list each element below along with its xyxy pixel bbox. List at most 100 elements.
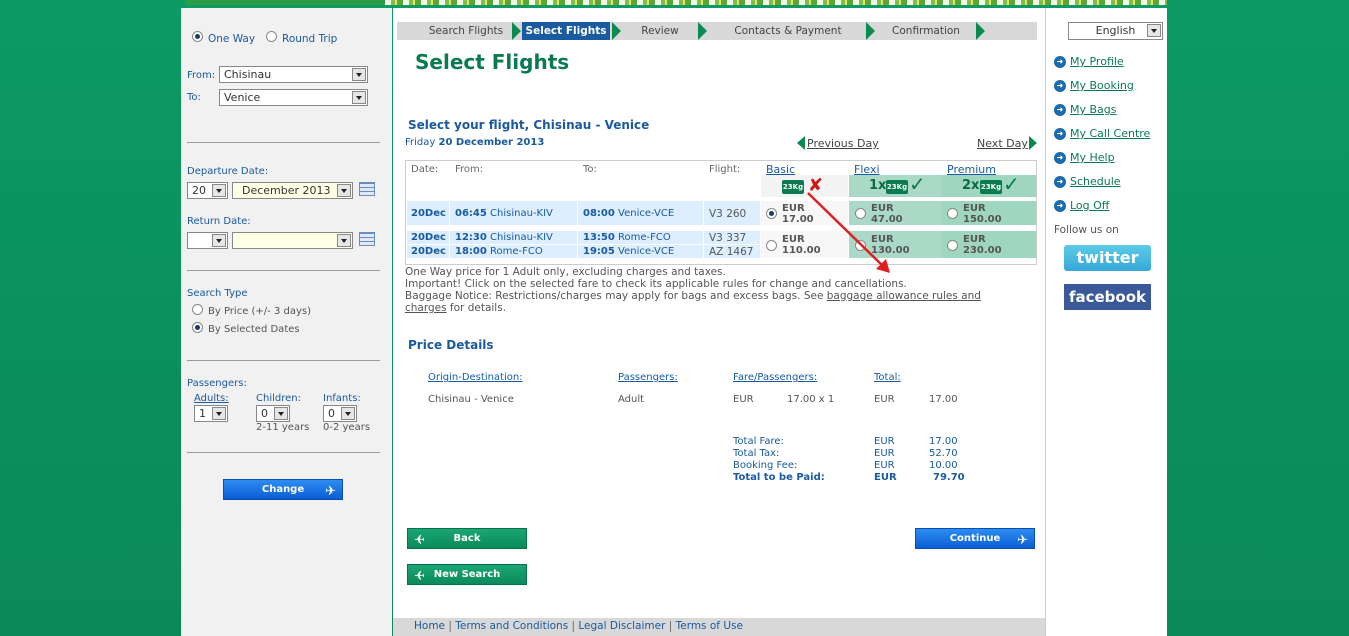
one-way-radio[interactable] (192, 31, 203, 42)
chevron-down-icon (212, 407, 226, 420)
col-origin-destination: Origin-Destination: (428, 372, 523, 383)
footer-home-link[interactable]: Home (414, 620, 445, 632)
to-select[interactable]: Venice (219, 89, 368, 106)
infants-value: 0 (328, 407, 335, 420)
note-line3: Baggage Notice: Restrictions/charges may… (405, 290, 1025, 302)
new-search-button[interactable]: ✈ New Search (407, 564, 527, 585)
dep-day-select[interactable]: 20 (187, 182, 228, 199)
price-fare: 17.00 x 1 (787, 394, 835, 405)
cell-sep (577, 231, 578, 258)
col-flight: Flight: (709, 164, 741, 175)
to-value: Venice (224, 91, 261, 104)
children-select[interactable]: 0 (256, 405, 290, 422)
row2-flight: V3 337 (709, 232, 747, 244)
my-bags-link[interactable]: My Bags (1070, 103, 1117, 116)
note-line1: One Way price for 1 Adult only, excludin… (405, 266, 726, 278)
flight-date: Friday 20 December 2013 (405, 137, 544, 148)
baggage-icon: 23Kg (980, 180, 1002, 194)
by-dates-label: By Selected Dates (208, 324, 300, 335)
row2-to: 13:50 Rome-FCO (583, 232, 671, 243)
language-select[interactable]: English (1068, 22, 1163, 40)
facebook-button[interactable]: facebook (1064, 284, 1151, 310)
price-fare-cur: EUR (733, 394, 754, 405)
my-profile-link[interactable]: My Profile (1070, 55, 1124, 68)
ret-month-select[interactable] (232, 232, 353, 249)
search-panel: One Way Round Trip From: Chisinau To: Ve… (181, 8, 392, 636)
arrow-left-icon (797, 136, 805, 150)
step-arrow-icon (698, 22, 707, 40)
row2-premium-cur: EUR (963, 234, 986, 245)
plane-icon: ✈ (414, 569, 425, 584)
col-from: From: (455, 164, 484, 175)
continue-button[interactable]: Continue ✈ (915, 528, 1035, 549)
infants-label: Infants: (323, 393, 361, 404)
round-trip-radio[interactable] (266, 31, 277, 42)
adults-label: Adults: (194, 393, 229, 404)
premium-mult: 2x (962, 178, 980, 193)
my-booking-link[interactable]: My Booking (1070, 79, 1134, 92)
col-passengers: Passengers: (618, 372, 678, 383)
total-fare-label: Total Fare: (733, 436, 784, 447)
footer-terms-link[interactable]: Terms and Conditions (455, 620, 568, 632)
total-fare-value: 17.00 (929, 436, 958, 447)
by-price-label: By Price (+/- 3 days) (208, 306, 312, 317)
row3-to: 19:05 Venice-VCE (583, 246, 674, 257)
from-select[interactable]: Chisinau (219, 66, 368, 83)
by-dates-radio[interactable] (192, 322, 203, 333)
my-call-centre-link[interactable]: My Call Centre (1070, 127, 1150, 140)
row1-date: 20Dec (411, 208, 446, 219)
footer-legal-link[interactable]: Legal Disclaimer (578, 620, 665, 632)
dep-month-select[interactable]: December 2013 (232, 182, 353, 199)
row3-dep-time: 18:00 (455, 246, 487, 257)
arrow-circle-icon: ➜ (1054, 128, 1066, 140)
row1-arr: Venice-VCE (618, 208, 675, 219)
date-value: 20 December 2013 (438, 137, 545, 148)
row2-dep-time: 12:30 (455, 232, 487, 243)
divider (187, 452, 380, 453)
change-button[interactable]: Change ✈ (223, 479, 343, 500)
calendar-icon[interactable] (359, 182, 375, 196)
basic-fare-radio[interactable] (766, 208, 777, 219)
ret-day-select[interactable] (187, 232, 228, 249)
children-age: 2-11 years (256, 422, 310, 433)
twitter-button[interactable]: twitter (1064, 245, 1151, 271)
basic-fare-radio[interactable] (766, 240, 777, 251)
baggage-rules-link[interactable]: baggage allowance rules and (827, 290, 981, 302)
step-review: Review (624, 22, 696, 40)
premium-fare-radio[interactable] (947, 240, 958, 251)
row2-date: 20Dec (411, 232, 446, 243)
calendar-icon[interactable] (359, 232, 375, 246)
booking-fee-value: 10.00 (929, 460, 958, 471)
row2-dep: Chisinau-KIV (490, 232, 553, 243)
log-off-link[interactable]: Log Off (1070, 199, 1109, 212)
adults-select[interactable]: 1 (194, 405, 228, 422)
col-fare: Fare/Passengers: (733, 372, 818, 383)
cell-sep (703, 231, 704, 258)
divider (187, 270, 380, 271)
charges-link[interactable]: charges (405, 302, 447, 314)
infants-select[interactable]: 0 (323, 405, 357, 422)
previous-day-link[interactable]: Previous Day (807, 137, 879, 150)
price-total-cur: EUR (874, 394, 895, 405)
bag-kg: 23Kg (980, 183, 1002, 191)
page-title: Select Flights (415, 50, 570, 74)
cell-sep (577, 201, 578, 225)
price-od: Chisinau - Venice (428, 394, 514, 405)
arrow-circle-icon: ➜ (1054, 200, 1066, 212)
banner-image (385, 0, 1167, 5)
row1-from: 06:45 Chisinau-KIV (455, 208, 553, 219)
next-day-link[interactable]: Next Day (977, 137, 1028, 150)
col-date: Date: (411, 164, 439, 175)
round-trip-label: Round Trip (282, 33, 338, 45)
date-prefix: Friday (405, 137, 436, 148)
row2-arr-time: 13:50 (583, 232, 615, 243)
premium-fare-radio[interactable] (947, 208, 958, 219)
by-price-radio[interactable] (192, 304, 203, 315)
note-line4-text: for details. (446, 302, 507, 314)
back-button[interactable]: ✈ Back (407, 528, 527, 549)
footer-terms-of-use-link[interactable]: Terms of Use (676, 620, 743, 632)
chevron-down-icon (274, 407, 288, 420)
my-help-link[interactable]: My Help (1070, 151, 1115, 164)
schedule-link[interactable]: Schedule (1070, 175, 1121, 188)
row1-dep-time: 06:45 (455, 208, 487, 219)
